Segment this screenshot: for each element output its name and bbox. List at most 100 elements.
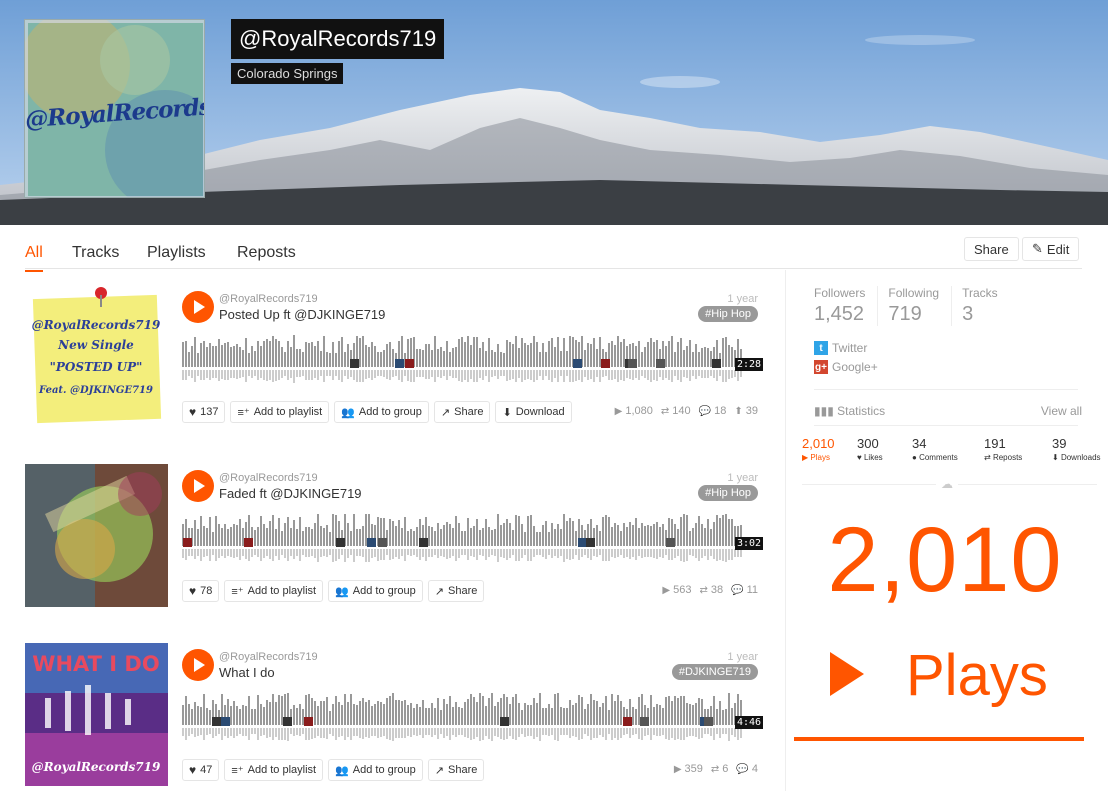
waveform-bar-reflection [509,370,511,380]
track-title[interactable]: Posted Up ft @DJKINGE719 [219,307,385,322]
waveform-bar [539,532,541,546]
stat-plays[interactable]: 2,010 ▶ Plays [802,436,857,462]
google-plus-link[interactable]: g+ Google+ [814,360,878,374]
waveform-bar-reflection [197,370,199,376]
waveform-bar-reflection [338,370,340,380]
comment-avatar-marker[interactable] [283,717,292,726]
following-stat[interactable]: Following 719 [888,286,953,326]
like-button[interactable]: ♥ 78 [182,580,220,602]
comment-avatar-marker[interactable] [500,717,509,726]
comment-avatar-marker[interactable] [712,359,721,368]
stat-reposts[interactable]: 191 ⇄ Reposts [984,436,1052,462]
comment-avatar-marker[interactable] [244,538,253,547]
waveform-bar-reflection [335,370,337,376]
tab-all[interactable]: All [25,244,43,272]
download-button[interactable]: ⬇ Download [495,401,572,423]
stat-downloads[interactable]: 39 ⬇ Downloads [1052,436,1107,462]
comment-avatar-marker[interactable] [419,538,428,547]
followers-stat[interactable]: Followers 1,452 [814,286,879,326]
track-uploader[interactable]: @RoyalRecords719 [219,472,318,484]
waveform-bar [230,527,232,546]
add-to-playlist-button[interactable]: ≡⁺ Add to playlist [224,580,324,602]
track-artwork[interactable] [25,464,168,607]
waveform-bar [584,350,586,367]
track-genre-tag[interactable]: #DJKINGE719 [671,664,758,680]
comment-avatar-marker[interactable] [573,359,582,368]
waveform-bar-reflection [614,728,616,738]
waveform-bar-reflection [728,728,730,741]
waveform-bar-reflection [680,549,682,561]
comment-avatar-marker[interactable] [578,538,587,547]
share-button[interactable]: ↗ Share [433,401,491,423]
track-artwork[interactable]: WHAT I DO @RoyalRecords719 [25,643,168,786]
comment-avatar-marker[interactable] [183,538,192,547]
stat-comments[interactable]: 34 ● Comments [912,436,984,462]
tab-tracks[interactable]: Tracks [72,244,119,270]
tracks-stat[interactable]: Tracks 3 [962,286,1010,326]
track-genre-tag[interactable]: #Hip Hop [698,306,758,322]
tab-reposts[interactable]: Reposts [237,244,296,270]
tab-playlists[interactable]: Playlists [147,244,206,270]
comment-avatar-marker[interactable] [367,538,376,547]
track-title[interactable]: Faded ft @DJKINGE719 [219,486,362,501]
comment-avatar-marker[interactable] [378,538,387,547]
add-to-playlist-button[interactable]: ≡⁺ Add to playlist [224,759,324,781]
comment-avatar-marker[interactable] [586,538,595,547]
comment-avatar-marker[interactable] [656,359,665,368]
waveform-bar [485,519,487,546]
play-button[interactable] [182,470,214,502]
waveform-bar-reflection [455,370,457,378]
waveform-bar-reflection [359,549,361,556]
comment-avatar-marker[interactable] [601,359,610,368]
like-button[interactable]: ♥ 137 [182,401,226,423]
waveform-bar-reflection [575,728,577,737]
comment-avatar-marker[interactable] [405,359,414,368]
waveform-bar-reflection [425,370,427,379]
waveform-bar [536,532,538,546]
twitter-link[interactable]: t Twitter [814,341,867,355]
comment-avatar-marker[interactable] [666,538,675,547]
waveform-bar [287,517,289,546]
stat-likes[interactable]: 300 ♥ Likes [857,436,912,462]
add-to-group-button[interactable]: 👥 Add to group [328,580,423,602]
track-waveform[interactable] [182,333,758,383]
waveform-bar [416,527,418,546]
add-to-playlist-button[interactable]: ≡⁺ Add to playlist [230,401,330,423]
track-waveform[interactable] [182,691,758,741]
share-profile-button[interactable]: Share [964,237,1019,261]
comment-avatar-marker[interactable] [704,717,713,726]
track-uploader[interactable]: @RoyalRecords719 [219,293,318,305]
comment-avatar-marker[interactable] [628,359,637,368]
comment-avatar-marker[interactable] [350,359,359,368]
play-button[interactable] [182,649,214,681]
comment-avatar-marker[interactable] [221,717,230,726]
like-button[interactable]: ♥ 47 [182,759,220,781]
view-all-link[interactable]: View all [1041,404,1082,418]
edit-profile-button[interactable]: ✎ Edit [1022,237,1080,261]
comment-avatar-marker[interactable] [336,538,345,547]
comment-avatar-marker[interactable] [395,359,404,368]
waveform-bar [512,697,514,725]
waveform-bar [197,529,199,546]
track-title[interactable]: What I do [219,665,275,680]
waveform-bar [692,528,694,546]
track-artwork[interactable]: @RoyalRecords719 New Single "POSTED UP" … [25,285,168,428]
waveform-bar [461,708,463,725]
track-uploader[interactable]: @RoyalRecords719 [219,651,318,663]
waveform-bar-reflection [257,549,259,557]
comment-avatar-marker[interactable] [640,717,649,726]
share-button[interactable]: ↗ Share [427,580,485,602]
play-button[interactable] [182,291,214,323]
track-waveform[interactable] [182,512,758,562]
comment-avatar-marker[interactable] [304,717,313,726]
waveform-bar [488,527,490,546]
add-to-group-button[interactable]: 👥 Add to group [328,759,423,781]
waveform-bar-reflection [692,728,694,736]
waveform-bar-reflection [542,370,544,380]
comment-avatar-marker[interactable] [212,717,221,726]
share-button[interactable]: ↗ Share [427,759,485,781]
comment-avatar-marker[interactable] [623,717,632,726]
track-genre-tag[interactable]: #Hip Hop [698,485,758,501]
profile-avatar[interactable]: @RoyalRecords719 [24,19,205,198]
add-to-group-button[interactable]: 👥 Add to group [334,401,429,423]
